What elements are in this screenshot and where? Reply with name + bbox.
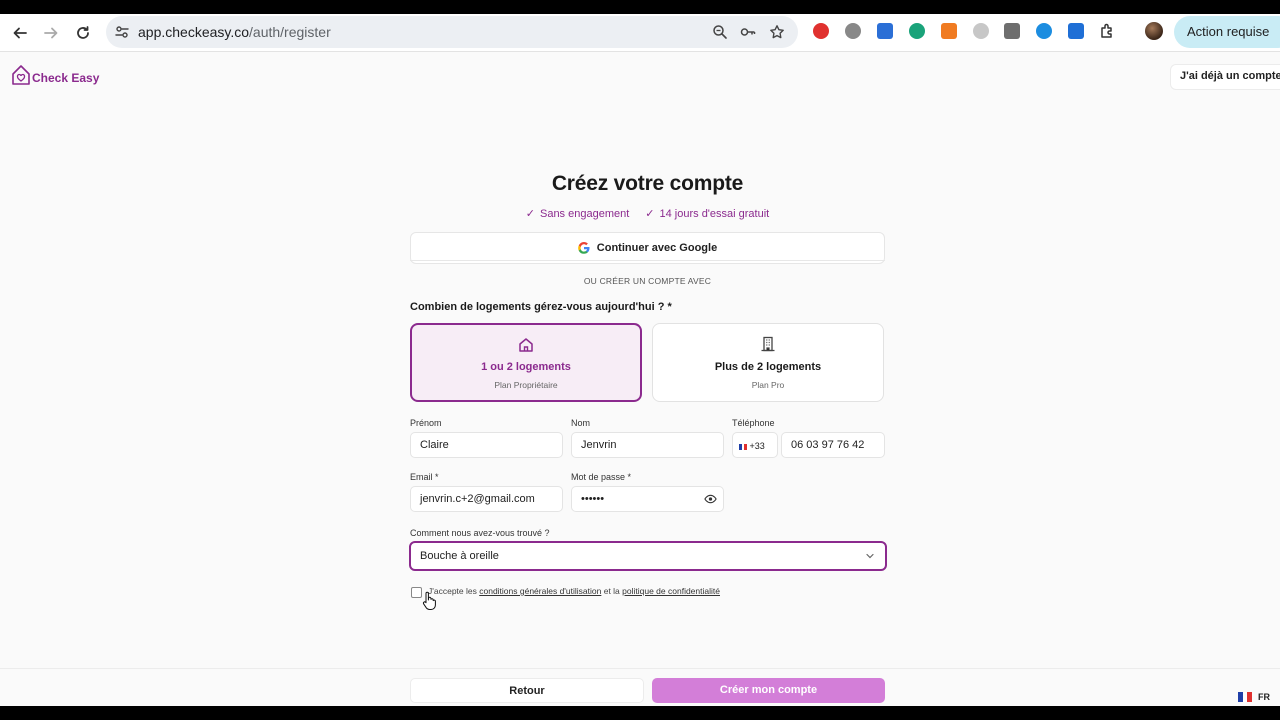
page-title: Créez votre compte [551, 172, 744, 195]
logo-text: Check Easy [32, 71, 100, 85]
password-input[interactable]: •••••• [571, 486, 724, 512]
privacy-link[interactable]: politique de confidentialité [622, 586, 720, 596]
cgu-link[interactable]: conditions générales d'utilisation [479, 586, 601, 596]
source-select[interactable]: Bouche à oreille [409, 541, 887, 571]
housing-count-question: Combien de logements gérez-vous aujourd'… [410, 301, 672, 313]
building-icon [761, 336, 775, 352]
zoom-icon[interactable] [712, 24, 728, 40]
orange-extension-icon[interactable] [941, 23, 957, 39]
plan-name: 1 ou 2 logements [481, 361, 571, 373]
firstname-input[interactable]: Claire [410, 432, 563, 458]
source-label: Comment nous avez-vous trouvé ? [410, 528, 550, 538]
circle-extension-icon[interactable] [845, 23, 861, 39]
or-divider-text: OU CRÉER UN COMPTE AVEC [583, 276, 712, 286]
browser-toolbar: app.checkeasy.co/auth/register Action re… [0, 14, 1280, 52]
perk-item: ✓ 14 jours d'essai gratuit [645, 207, 770, 221]
terms-middle: et la [601, 586, 623, 596]
password-label: Mot de passe * [571, 472, 632, 482]
already-have-account-button[interactable]: J'ai déjà un compte ! [1170, 64, 1280, 90]
language-switcher[interactable]: FR [1238, 692, 1270, 702]
phone-input[interactable]: 06 03 97 76 42 [781, 432, 885, 458]
france-flag-icon [739, 443, 748, 450]
bookmark-star-icon[interactable] [769, 24, 785, 40]
lastname-label: Nom [571, 418, 591, 428]
plan-subtitle: Plan Pro [751, 380, 785, 390]
gear-extension-icon[interactable] [1068, 23, 1084, 39]
email-input[interactable]: jenvrin.c+2@gmail.com [410, 486, 563, 512]
phone-label: Téléphone [732, 418, 775, 428]
url-text[interactable]: app.checkeasy.co/auth/register [138, 24, 331, 40]
grid-extension-icon[interactable] [1004, 23, 1020, 39]
url-path: /auth/register [249, 24, 331, 40]
plan-card-pro[interactable]: Plus de 2 logements Plan Pro [652, 323, 884, 402]
screen-bottom-border [0, 706, 1280, 720]
google-icon [577, 242, 590, 254]
chevron-down-icon [866, 553, 874, 559]
screen: app.checkeasy.co/auth/register Action re… [0, 0, 1280, 720]
password-value: •••••• [581, 493, 605, 505]
france-flag-icon [1238, 692, 1253, 702]
email-label: Email * [410, 472, 439, 482]
phone-prefix: +33 [749, 441, 765, 451]
google-button-label: Continuer avec Google [596, 242, 718, 254]
shape-extension-icon[interactable] [973, 23, 989, 39]
opera-extension-icon[interactable] [813, 23, 829, 39]
profile-action-button[interactable]: Action requise [1174, 16, 1280, 48]
green-extension-icon[interactable] [909, 23, 925, 39]
divider [410, 260, 885, 261]
check-icon: ✓ [645, 208, 655, 220]
address-bar[interactable]: app.checkeasy.co/auth/register [106, 16, 798, 48]
language-code: FR [1258, 692, 1270, 702]
home-icon [519, 338, 533, 352]
url-host: app.checkeasy.co [138, 24, 250, 40]
plan-subtitle: Plan Propriétaire [494, 380, 558, 390]
terms-text: J'accepte les conditions générales d'uti… [428, 586, 720, 596]
create-account-button[interactable]: Créer mon compte [652, 678, 885, 703]
reload-icon[interactable] [71, 21, 95, 45]
perk-label: Sans engagement [539, 207, 630, 220]
password-key-icon[interactable] [740, 24, 756, 40]
footer-divider [0, 668, 1280, 669]
house-logo-icon [12, 65, 30, 85]
page: Check Easy J'ai déjà un compte ! Créez v… [0, 52, 1280, 706]
site-settings-icon[interactable] [114, 24, 130, 40]
hand-cursor-icon [422, 591, 436, 610]
firstname-label: Prénom [410, 418, 442, 428]
eye-icon[interactable] [704, 493, 717, 505]
shazam-extension-icon[interactable] [1036, 23, 1052, 39]
forward-arrow-icon[interactable] [39, 21, 63, 45]
source-selected-value: Bouche à oreille [420, 550, 499, 562]
lastname-input[interactable]: Jenvrin [571, 432, 724, 458]
check-icon: ✓ [525, 208, 535, 220]
back-arrow-icon[interactable] [8, 21, 32, 45]
perks-row: ✓ Sans engagement ✓ 14 jours d'essai gra… [0, 207, 1280, 221]
back-button[interactable]: Retour [410, 678, 644, 703]
plan-card-owner[interactable]: 1 ou 2 logements Plan Propriétaire [410, 323, 642, 402]
perk-item: ✓ Sans engagement [525, 207, 630, 221]
logo[interactable]: Check Easy [11, 64, 99, 86]
e-extension-icon[interactable] [877, 23, 893, 39]
phone-country-select[interactable]: +33 [732, 432, 778, 458]
profile-avatar[interactable] [1145, 22, 1163, 40]
plan-name: Plus de 2 logements [714, 361, 822, 373]
extensions-puzzle-icon[interactable] [1099, 22, 1117, 40]
perk-label: 14 jours d'essai gratuit [659, 207, 770, 220]
